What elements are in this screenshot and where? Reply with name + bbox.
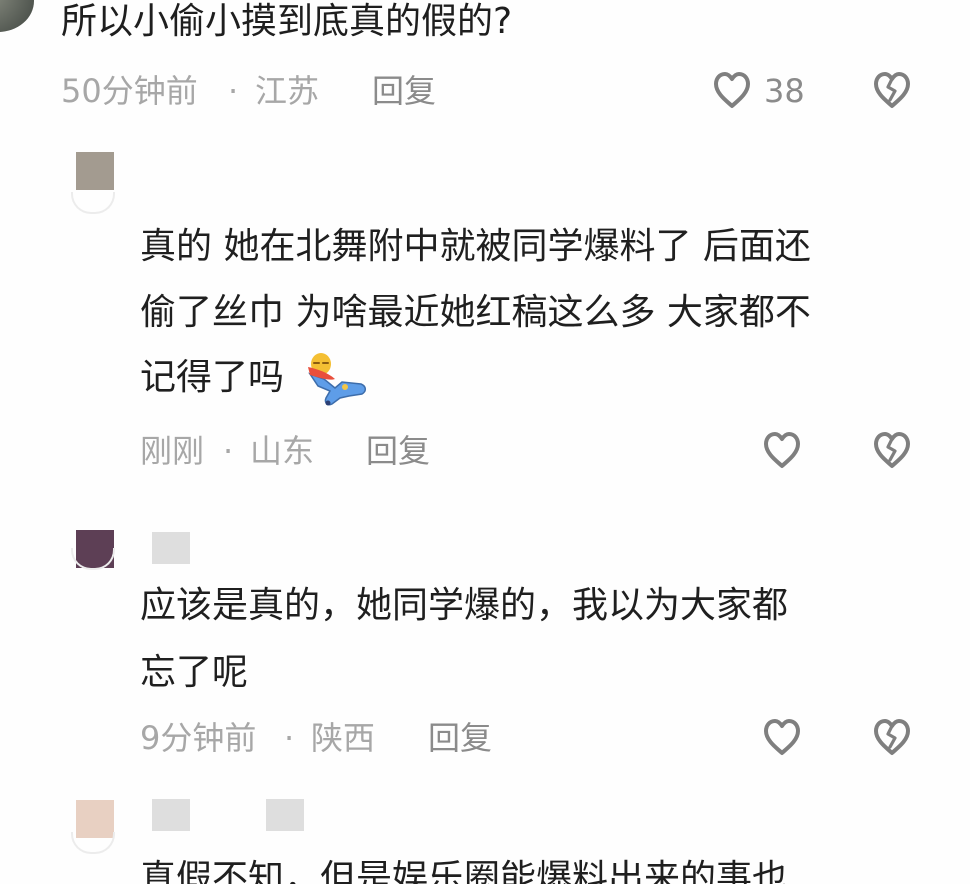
- separator: ·: [223, 432, 234, 470]
- like-button[interactable]: [758, 714, 806, 762]
- like-button[interactable]: [758, 427, 806, 475]
- separator: ·: [284, 719, 295, 757]
- reply-button[interactable]: 回复: [372, 73, 436, 109]
- comment-time: 9分钟前: [140, 719, 257, 757]
- reply-button[interactable]: 回复: [428, 720, 492, 756]
- comment-text-line: 真假不知，但是娱乐圈能爆料出来的事也: [140, 858, 789, 884]
- username[interactable]: [266, 799, 304, 831]
- avatar[interactable]: [76, 152, 114, 190]
- comment-location: 山东: [250, 432, 315, 470]
- comment-text: 所以小偷小摸到底真的假的?: [61, 1, 513, 42]
- broken-heart-icon: [874, 719, 910, 755]
- comments-page: 所以小偷小摸到底真的假的? 50分钟前 · 江苏 回复 38 真的 她在北舞附中…: [0, 0, 970, 884]
- comment-time: 50分钟前: [61, 72, 198, 110]
- broken-heart-icon: [874, 432, 910, 468]
- comment-time: 刚刚: [140, 432, 205, 470]
- lying-character-emoji: [300, 346, 370, 406]
- dislike-button[interactable]: [868, 427, 916, 475]
- username[interactable]: [152, 532, 190, 564]
- avatar[interactable]: [0, 0, 34, 32]
- heart-outline-icon: [764, 719, 800, 755]
- comment-location: 陕西: [311, 719, 376, 757]
- like-count: 38: [764, 72, 805, 110]
- separator: ·: [228, 72, 239, 110]
- comment-location: 江苏: [255, 72, 320, 110]
- comment-text-line: 记得了吗: [140, 357, 285, 398]
- heart-outline-icon: [714, 72, 750, 108]
- comment-text-line: 应该是真的，她同学爆的，我以为大家都: [140, 585, 789, 626]
- reply-button[interactable]: 回复: [366, 433, 430, 469]
- dislike-button[interactable]: [868, 67, 916, 115]
- avatar-frame: [71, 192, 115, 214]
- comment-text-line: 偷了丝巾 为啥最近她红稿这么多 大家都不: [140, 292, 811, 333]
- avatar-frame: [71, 832, 115, 854]
- broken-heart-icon: [874, 72, 910, 108]
- heart-outline-icon: [764, 432, 800, 468]
- comment-text-line: 忘了呢: [140, 652, 249, 693]
- dislike-button[interactable]: [868, 714, 916, 762]
- like-button[interactable]: [708, 67, 756, 115]
- comment-text-line: 真的 她在北舞附中就被同学爆料了 后面还: [140, 226, 811, 267]
- username[interactable]: [152, 799, 190, 831]
